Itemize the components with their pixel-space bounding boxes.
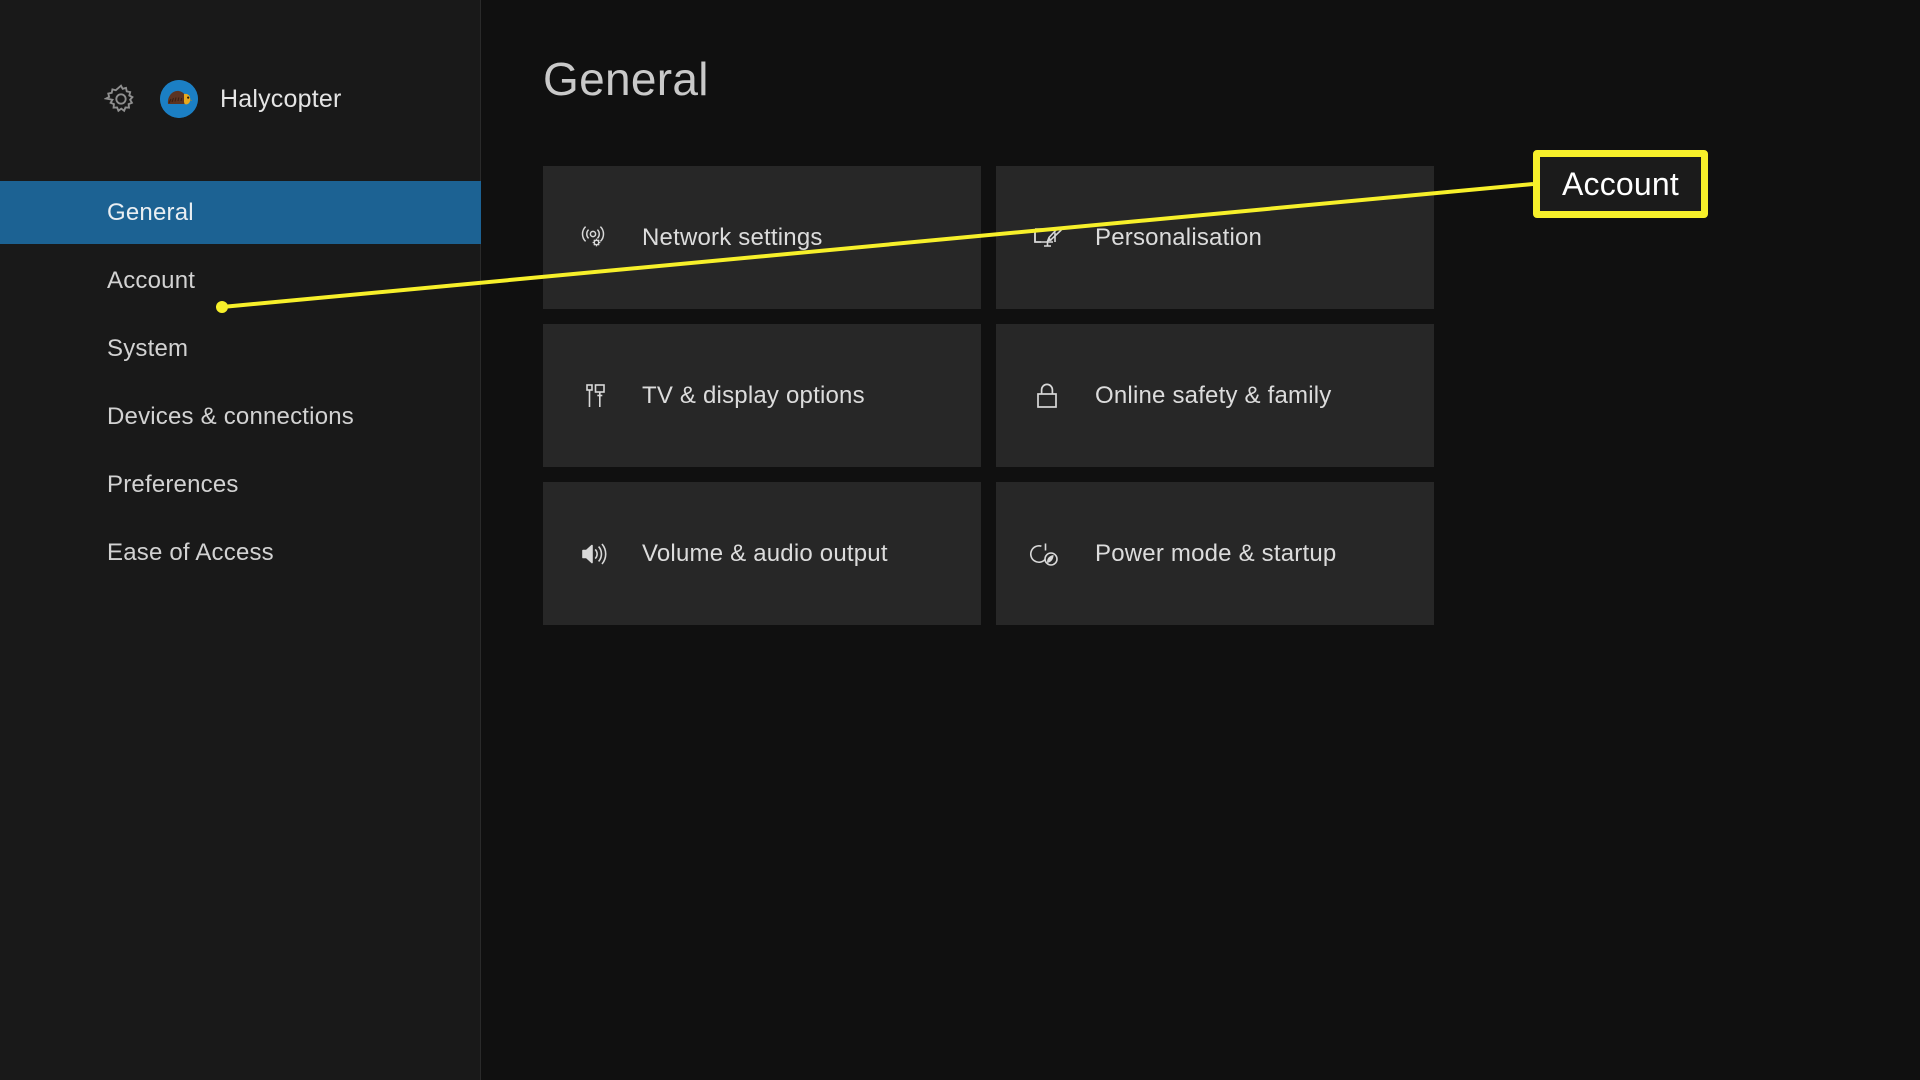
cable-plug-icon (574, 376, 614, 416)
sidebar-item-label: Account (107, 266, 196, 294)
sidebar: Halycopter General Account System Device… (0, 0, 481, 1080)
tile-network-settings[interactable]: Network settings (543, 166, 981, 309)
sidebar-item-system[interactable]: System (0, 317, 480, 380)
page-title: General (543, 53, 709, 105)
monitor-paintbrush-icon (1027, 218, 1067, 258)
tile-label: Online safety & family (1095, 381, 1332, 409)
padlock-icon (1027, 376, 1067, 416)
profile-row[interactable]: Halycopter (0, 62, 480, 136)
sidebar-item-label: General (107, 198, 194, 226)
annotation-callout-account: Account (1533, 150, 1708, 218)
network-broadcast-gear-icon (574, 218, 614, 258)
xbox-settings-screen: Halycopter General Account System Device… (0, 0, 1920, 1080)
tile-label: Power mode & startup (1095, 539, 1337, 567)
sidebar-item-general[interactable]: General (0, 181, 481, 244)
tile-label: Network settings (642, 223, 823, 251)
gear-icon[interactable] (104, 82, 138, 116)
tile-label: TV & display options (642, 381, 865, 409)
annotation-callout-label: Account (1561, 165, 1680, 202)
power-leaf-icon (1027, 534, 1067, 574)
tile-volume-audio-output[interactable]: Volume & audio output (543, 482, 981, 625)
sidebar-item-label: Devices & connections (107, 402, 354, 430)
speaker-volume-icon (574, 534, 614, 574)
settings-tile-grid: Network settings Personalisation TV & di… (543, 166, 1920, 625)
sidebar-item-label: Ease of Access (107, 538, 274, 566)
sidebar-item-account[interactable]: Account (0, 249, 480, 312)
sidebar-item-label: Preferences (107, 470, 239, 498)
avatar[interactable] (160, 80, 198, 118)
sidebar-item-label: System (107, 334, 189, 362)
tile-label: Volume & audio output (642, 539, 888, 567)
tile-online-safety-family[interactable]: Online safety & family (996, 324, 1434, 467)
sidebar-item-ease-of-access[interactable]: Ease of Access (0, 521, 480, 584)
sidebar-item-preferences[interactable]: Preferences (0, 453, 480, 516)
tile-tv-display-options[interactable]: TV & display options (543, 324, 981, 467)
tile-label: Personalisation (1095, 223, 1263, 251)
profile-name: Halycopter (220, 84, 342, 113)
sidebar-item-devices-connections[interactable]: Devices & connections (0, 385, 480, 448)
tile-personalisation[interactable]: Personalisation (996, 166, 1434, 309)
sidebar-nav: General Account System Devices & connect… (0, 181, 481, 584)
tile-power-mode-startup[interactable]: Power mode & startup (996, 482, 1434, 625)
